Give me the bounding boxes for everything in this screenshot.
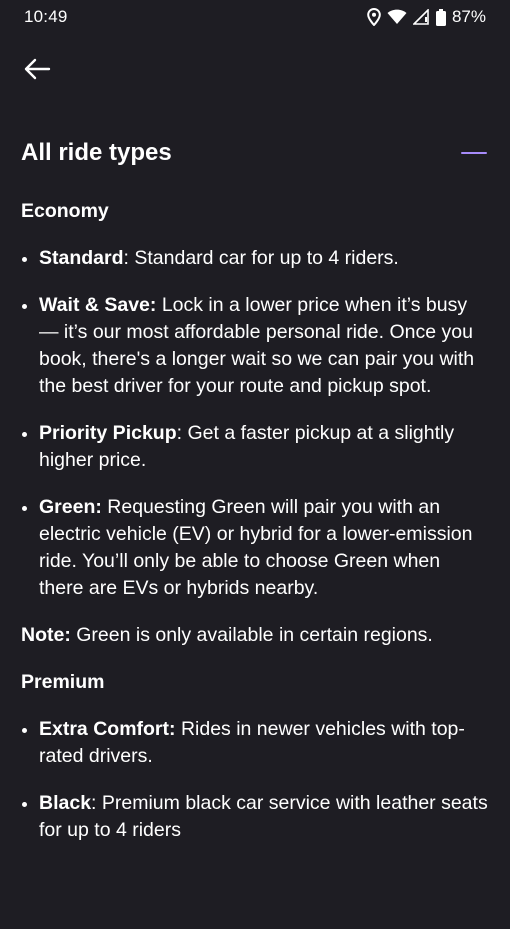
section-heading-economy: Economy xyxy=(21,200,109,222)
list-item: Standard: Standard car for up to 4 rider… xyxy=(21,245,488,272)
ride-type-name: Wait & Save: xyxy=(39,294,157,316)
premium-list: Extra Comfort: Rides in newer vehicles w… xyxy=(21,716,488,844)
back-button[interactable] xyxy=(20,54,54,88)
location-icon xyxy=(367,8,381,26)
ride-type-description: Premium black car service with leather s… xyxy=(39,792,488,841)
collapse-button[interactable] xyxy=(460,139,488,167)
status-bar: 10:49 87% xyxy=(0,0,510,34)
list-item: Wait & Save: Lock in a lower price when … xyxy=(21,292,488,400)
ride-type-name: Standard xyxy=(39,247,124,269)
battery-percent: 87% xyxy=(451,7,486,26)
signal-icon xyxy=(412,9,430,25)
page-header: All ride types xyxy=(21,136,488,170)
regional-note: Note: Green is only available in certain… xyxy=(21,622,488,649)
section-heading-premium: Premium xyxy=(21,671,105,693)
ride-type-name: Extra Comfort: xyxy=(39,718,176,740)
note-text: Green is only available in certain regio… xyxy=(70,624,433,646)
list-item: Green: Requesting Green will pair you wi… xyxy=(21,494,488,602)
ride-type-description: Standard car for up to 4 riders. xyxy=(134,247,399,269)
battery-icon xyxy=(435,8,446,26)
list-item: Black: Premium black car service with le… xyxy=(21,790,488,844)
ride-type-name: Green: xyxy=(39,496,102,518)
ride-type-name: Black xyxy=(39,792,92,814)
arrow-left-icon xyxy=(23,58,51,85)
economy-list: Standard: Standard car for up to 4 rider… xyxy=(21,245,488,602)
list-item: Extra Comfort: Rides in newer vehicles w… xyxy=(21,716,488,770)
wifi-icon xyxy=(387,9,407,25)
status-time: 10:49 xyxy=(24,7,68,26)
note-label: Note: xyxy=(21,624,71,646)
page-title: All ride types xyxy=(21,139,172,166)
ride-types-content: Economy Standard: Standard car for up to… xyxy=(21,198,488,864)
minus-icon xyxy=(461,152,487,154)
list-item: Priority Pickup: Get a faster pickup at … xyxy=(21,420,488,474)
status-icons: 87% xyxy=(367,7,486,27)
ride-type-name: Priority Pickup xyxy=(39,422,177,444)
